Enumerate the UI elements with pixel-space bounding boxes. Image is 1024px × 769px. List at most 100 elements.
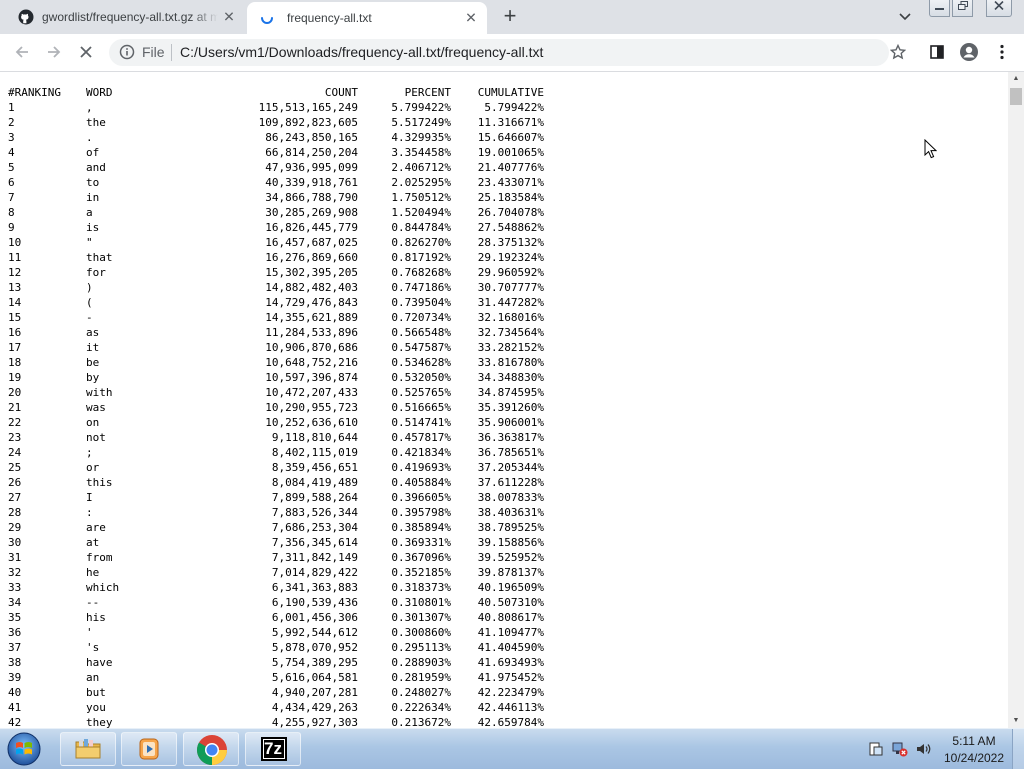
cell: 8	[8, 206, 15, 219]
vertical-scrollbar[interactable]: ▲ ▼	[1008, 72, 1024, 728]
data-row: 29 are 7,686,253,304 0.385894% 38.789525%	[8, 520, 1008, 535]
tab-github[interactable]: gwordlist/frequency-all.txt.gz at m ✕	[8, 0, 245, 34]
close-window-button[interactable]	[986, 0, 1012, 17]
bookmark-button[interactable]	[888, 42, 908, 62]
tab-strip: gwordlist/frequency-all.txt.gz at m ✕ fr…	[0, 0, 1024, 34]
windows-start-icon[interactable]	[4, 731, 44, 767]
cell: 0.457817%	[391, 431, 451, 444]
cell: 16	[8, 326, 22, 339]
close-icon	[80, 46, 92, 58]
cell: 14,729,476,843	[265, 296, 358, 309]
cell: 4,940,207,281	[271, 686, 358, 699]
stop-button[interactable]	[76, 42, 96, 62]
cell: 11	[8, 251, 22, 264]
data-row: 20 with 10,472,207,433 0.525765% 34.874595%	[8, 385, 1008, 400]
cell: to	[86, 176, 100, 189]
data-row: 21 was 10,290,955,723 0.516665% 35.391260%	[8, 400, 1008, 415]
taskbar-item-7zip[interactable]: 7z	[245, 732, 301, 766]
cell: 36.785651%	[477, 446, 544, 459]
minimize-button[interactable]	[929, 0, 950, 17]
close-tab-icon[interactable]: ✕	[221, 9, 237, 26]
cell: 35	[8, 611, 22, 624]
cell: 0.288903%	[391, 656, 451, 669]
data-row: 2 the 109,892,823,605 5.517249% 11.316671%	[8, 115, 1008, 130]
cell: 10,252,636,610	[265, 416, 358, 429]
new-tab-button[interactable]: +	[499, 5, 521, 28]
taskbar-item-explorer[interactable]	[60, 732, 116, 766]
show-desktop-button[interactable]	[1012, 729, 1024, 769]
data-row: 30 at 7,356,345,614 0.369331% 39.158856%	[8, 535, 1008, 550]
cell: 20	[8, 386, 22, 399]
clock-time[interactable]: 5:11 AM	[944, 734, 1004, 748]
cell: 6,001,456,306	[271, 611, 358, 624]
volume-icon[interactable]	[916, 741, 932, 757]
cell: 25	[8, 461, 22, 474]
chevron-down-icon[interactable]	[897, 8, 913, 24]
cell: 1	[8, 101, 15, 114]
cell: 0.395798%	[391, 506, 451, 519]
cell: 47,936,995,099	[265, 161, 358, 174]
cell: 0.367096%	[391, 551, 451, 564]
close-tab-icon[interactable]: ✕	[463, 10, 479, 27]
cell: 37.611228%	[477, 476, 544, 489]
data-row: 18 be 10,648,752,216 0.534628% 33.816780%	[8, 355, 1008, 370]
cell: 0.301307%	[391, 611, 451, 624]
cell: 0.516665%	[391, 401, 451, 414]
scroll-down-arrow-icon[interactable]: ▼	[1008, 714, 1024, 728]
cell: 14,882,482,403	[265, 281, 358, 294]
data-row: 23 not 9,118,810,644 0.457817% 36.363817%	[8, 430, 1008, 445]
clock-date[interactable]: 10/24/2022	[938, 751, 1010, 765]
cell: 41.693493%	[477, 656, 544, 669]
url-text[interactable]: C:/Users/vm1/Downloads/frequency-all.txt…	[180, 44, 543, 60]
info-icon[interactable]	[119, 44, 135, 60]
taskbar-item-chrome[interactable]	[183, 732, 239, 766]
forward-button[interactable]	[44, 42, 64, 62]
cell: was	[86, 401, 106, 414]
data-row: 42 they 4,255,927,303 0.213672% 42.659784%	[8, 715, 1008, 728]
cell: 21	[8, 401, 22, 414]
text-document: #RANKING WORD COUNT PERCENT CUMULATIVE 1, 115,…	[0, 72, 1008, 728]
chrome-icon	[196, 735, 227, 765]
cell: .	[86, 131, 93, 144]
scrollbar-thumb[interactable]	[1010, 88, 1022, 105]
data-row: 24; 8,402,115,019 0.421834% 36.785651%	[8, 445, 1008, 460]
cell: 31	[8, 551, 22, 564]
tab-frequency-all[interactable]: frequency-all.txt ✕	[247, 2, 487, 34]
tab-title: frequency-all.txt	[287, 11, 372, 25]
cell: 9	[8, 221, 15, 234]
side-panel-button[interactable]	[927, 42, 947, 62]
cell: 15,302,395,205	[265, 266, 358, 279]
cell: 0.222634%	[391, 701, 451, 714]
network-icon[interactable]	[892, 741, 908, 757]
data-row: 41 you 4,434,429,263 0.222634% 42.446113%	[8, 700, 1008, 715]
cell: 41.109477%	[477, 626, 544, 639]
cell: 0.295113%	[391, 641, 451, 654]
address-bar[interactable]: File C:/Users/vm1/Downloads/frequency-al…	[109, 39, 889, 66]
scroll-up-arrow-icon[interactable]: ▲	[1008, 72, 1024, 86]
data-row: 14 (14,729,476,843 0.739504% 31.447282%	[8, 295, 1008, 310]
cell: or	[86, 461, 100, 474]
action-center-icon[interactable]	[868, 741, 884, 757]
loading-spinner-icon	[261, 17, 273, 24]
menu-button[interactable]	[992, 42, 1012, 62]
cell: 40.196509%	[477, 581, 544, 594]
cell: 5.799422%	[484, 101, 544, 114]
restore-button[interactable]	[952, 0, 973, 17]
cell: 10,648,752,216	[265, 356, 358, 369]
data-row: 19 by 10,597,396,874 0.532050% 34.348830%	[8, 370, 1008, 385]
cell: 35.391260%	[477, 401, 544, 414]
cell: 0.514741%	[391, 416, 451, 429]
taskbar-item-media-player[interactable]	[121, 732, 177, 766]
cell: 0.720734%	[391, 311, 451, 324]
cell: 86,243,850,165	[265, 131, 358, 144]
cell: 3.354458%	[391, 146, 451, 159]
cell: -	[86, 311, 93, 324]
data-row: 11 that 16,276,869,660 0.817192% 29.192324%	[8, 250, 1008, 265]
back-button[interactable]	[12, 42, 32, 62]
cell: ;	[86, 446, 93, 459]
profile-button[interactable]	[959, 42, 979, 62]
cell: but	[86, 686, 106, 699]
data-row: 35 his 6,001,456,306 0.301307% 40.808617%	[8, 610, 1008, 625]
media-player-icon	[139, 738, 159, 760]
cell: CUMULATIVE	[477, 86, 544, 99]
